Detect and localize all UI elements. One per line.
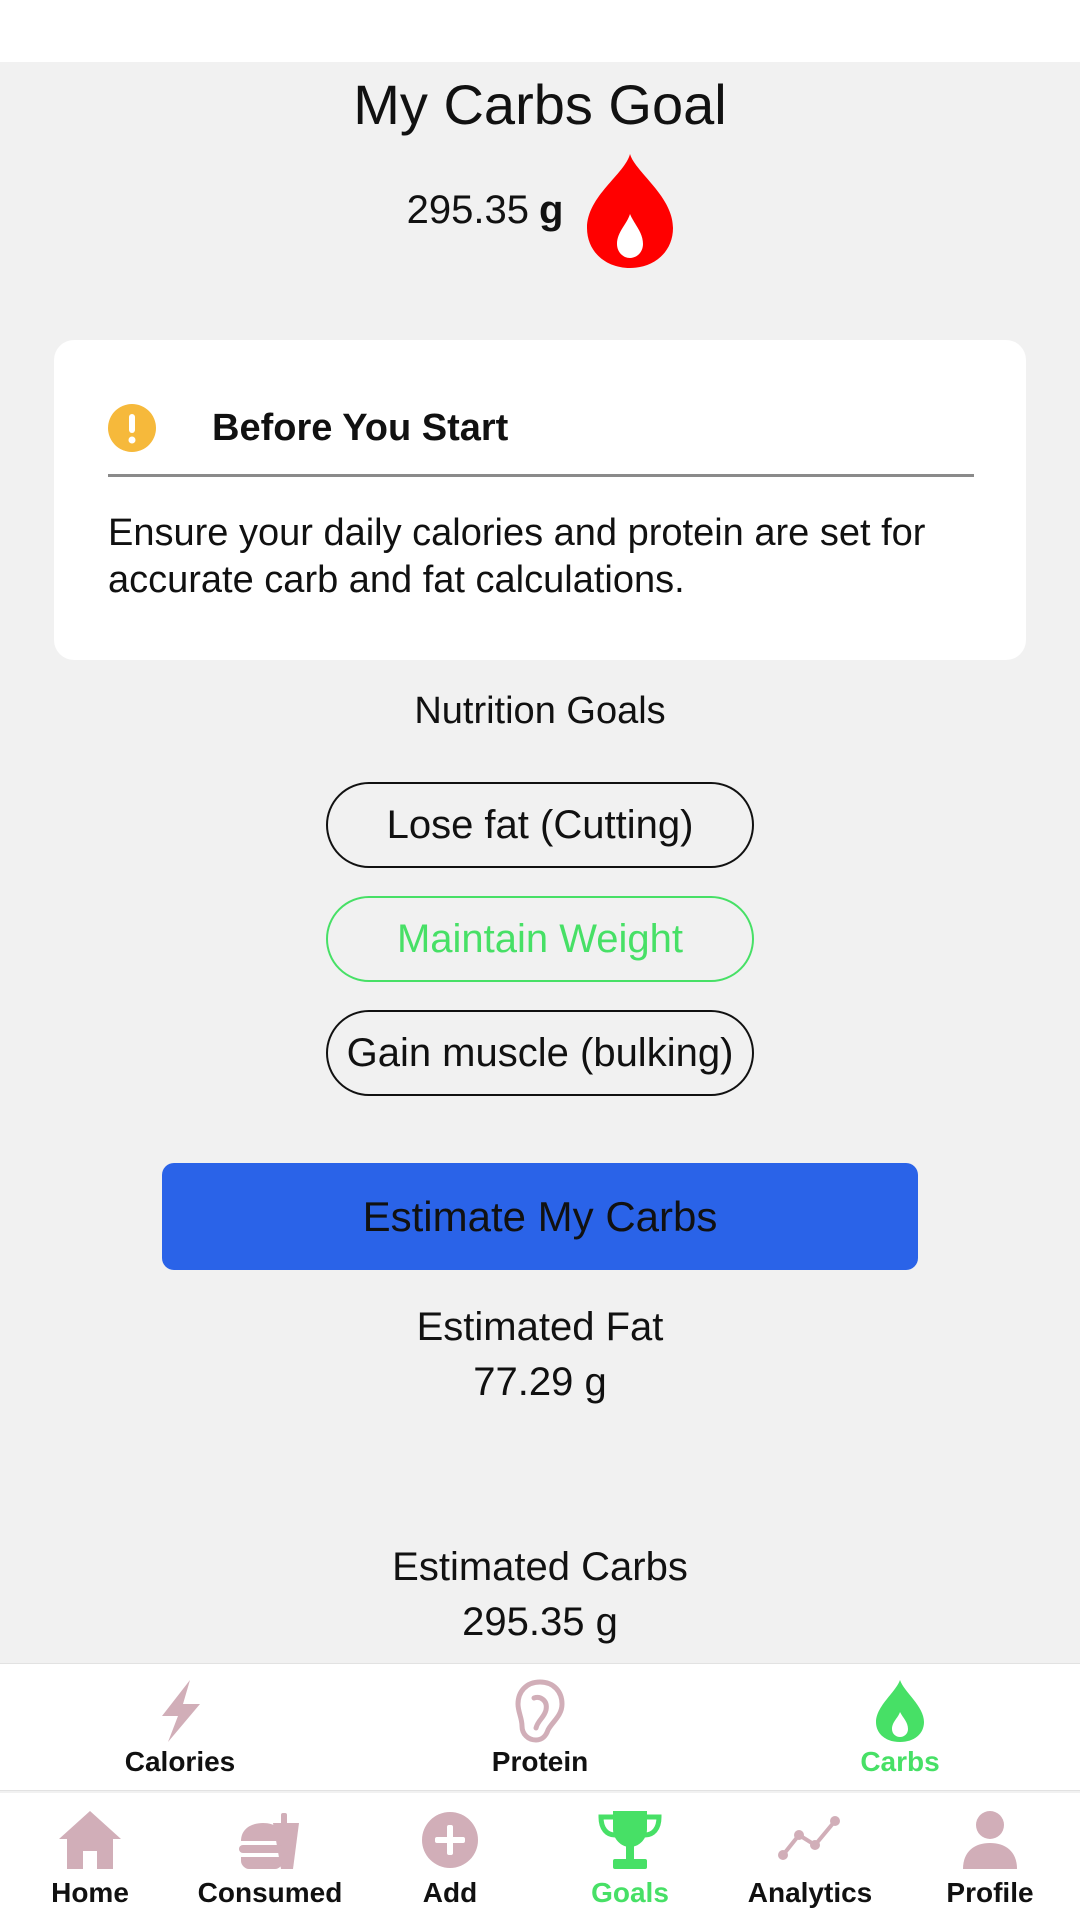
goal-option-lose-fat[interactable]: Lose fat (Cutting)	[326, 782, 754, 868]
nutrition-goal-options: Lose fat (Cutting) Maintain Weight Gain …	[326, 782, 754, 1096]
warning-icon	[108, 404, 156, 452]
card-divider	[108, 474, 974, 477]
lightning-icon	[162, 1680, 200, 1742]
tab-protein-label: Protein	[491, 1746, 589, 1777]
estimated-fat-label: Estimated Fat	[416, 1305, 664, 1349]
card-header: Before You Start	[108, 396, 974, 460]
goal-type-tabs: Calories Protein Carbs	[0, 1663, 1080, 1791]
card-title: Before You Start	[212, 406, 509, 449]
home-icon	[59, 1811, 121, 1869]
nav-analytics[interactable]: Analytics	[730, 1807, 890, 1909]
profile-icon	[963, 1811, 1017, 1869]
before-you-start-card: Before You Start Ensure your daily calor…	[54, 340, 1026, 660]
estimated-fat-value: 77.29 g	[473, 1360, 607, 1404]
page-title: My Carbs Goal	[353, 73, 727, 136]
tab-calories[interactable]: Calories	[80, 1678, 280, 1778]
trophy-icon	[598, 1811, 662, 1869]
estimated-carbs-result: Estimated Carbs 295.35 g	[0, 1540, 1080, 1650]
tab-carbs[interactable]: Carbs	[800, 1678, 1000, 1778]
goal-option-maintain-weight[interactable]: Maintain Weight	[326, 896, 754, 982]
nav-goals[interactable]: Goals	[550, 1807, 710, 1909]
goal-option-gain-muscle[interactable]: Gain muscle (bulking)	[326, 1010, 754, 1096]
status-bar	[0, 0, 1080, 62]
nutrition-goals-label: Nutrition Goals	[414, 690, 666, 732]
protein-icon	[515, 1679, 565, 1743]
estimated-fat-result: Estimated Fat 77.29 g	[0, 1300, 1080, 1410]
card-message: Ensure your daily calories and protein a…	[108, 512, 926, 601]
tab-calories-label: Calories	[124, 1746, 236, 1777]
chart-icon	[778, 1816, 840, 1860]
nav-home[interactable]: Home	[10, 1807, 170, 1909]
carbs-goal-summary: 295.35 g	[0, 150, 1080, 270]
tab-carbs-label: Carbs	[860, 1746, 940, 1777]
nav-consumed[interactable]: Consumed	[190, 1807, 350, 1909]
carbs-goal-unit: g	[538, 187, 564, 232]
carbs-goal-amount: 295.35 g	[407, 188, 564, 233]
carbs-goal-screen: My Carbs Goal 295.35 g Before You Start E…	[0, 0, 1080, 1920]
nav-home-label: Home	[51, 1877, 129, 1908]
tab-protein[interactable]: Protein	[440, 1678, 640, 1778]
flame-icon	[876, 1680, 924, 1742]
nav-profile-label: Profile	[946, 1877, 1034, 1908]
bottom-navigation: Home Consumed Add Goals Analytics Profil…	[0, 1793, 1080, 1920]
estimated-carbs-label: Estimated Carbs	[392, 1545, 688, 1589]
carbs-goal-value: 295.35	[406, 187, 529, 232]
nav-goals-label: Goals	[591, 1877, 669, 1908]
nav-consumed-label: Consumed	[197, 1877, 343, 1908]
estimated-carbs-value: 295.35 g	[462, 1600, 618, 1644]
burger-icon	[239, 1813, 299, 1869]
add-icon	[422, 1812, 478, 1868]
nav-profile[interactable]: Profile	[910, 1807, 1070, 1909]
nav-analytics-label: Analytics	[747, 1877, 873, 1908]
flame-icon	[587, 154, 674, 268]
nav-add[interactable]: Add	[370, 1807, 530, 1909]
nav-add-label: Add	[422, 1877, 478, 1908]
estimate-carbs-button[interactable]: Estimate My Carbs	[162, 1163, 918, 1270]
